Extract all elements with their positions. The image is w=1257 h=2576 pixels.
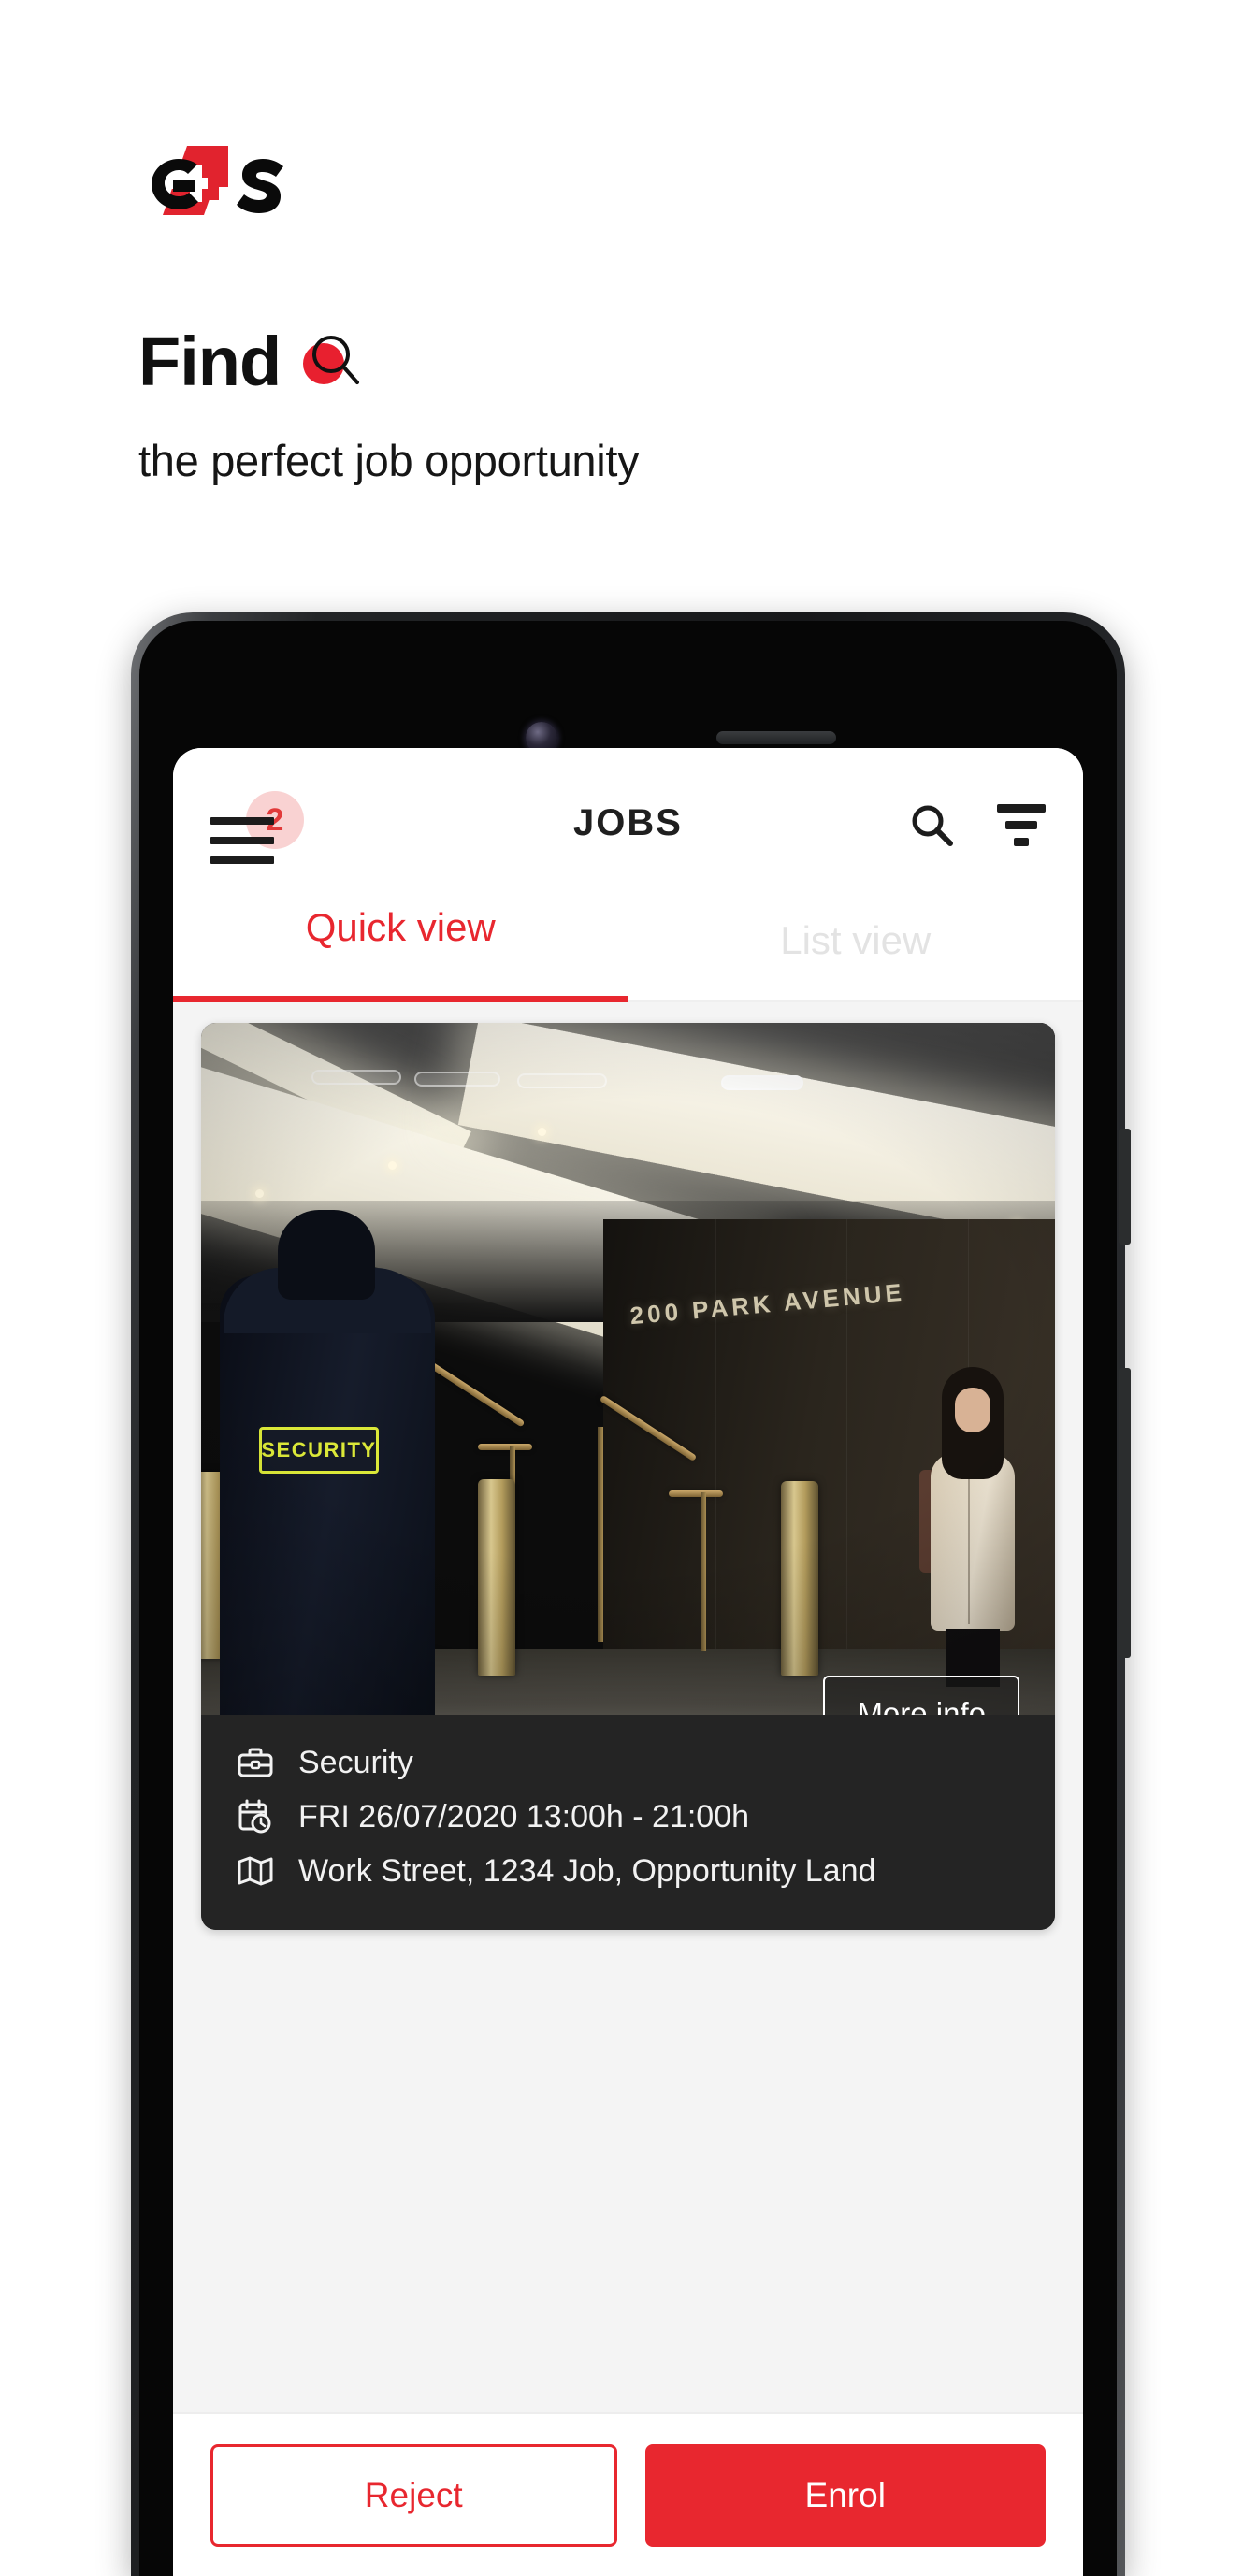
tab-list-view[interactable]: List view (628, 898, 1084, 1002)
power-button[interactable] (1119, 1129, 1131, 1245)
filter-icon (997, 803, 1046, 846)
detail-row: FRI 26/07/2020 13:00h - 21:00h (201, 1790, 1055, 1844)
map-icon (237, 1852, 274, 1890)
detail-row: Security (201, 1735, 1055, 1790)
phone-screen: 2 JOBS Quick view List view More info Se… (173, 748, 1083, 2576)
enrol-button[interactable]: Enrol (644, 2443, 1046, 2547)
briefcase-icon (237, 1744, 274, 1781)
magnifier-icon (301, 332, 361, 392)
app-bar: 2 JOBS (173, 748, 1083, 898)
app-bar-actions (905, 799, 1048, 851)
calendar-clock-icon (237, 1798, 274, 1835)
jobs-content: 200 PARK AVENUE (173, 1002, 1083, 2576)
detail-text: Security (298, 1744, 413, 1780)
action-bar: Reject Enrol (173, 2412, 1083, 2576)
promo-headline: Find (138, 327, 361, 396)
volume-button[interactable] (1119, 1368, 1131, 1658)
page-title: Find (138, 323, 282, 400)
search-icon (912, 805, 953, 846)
job-details: Security FRI 26/07/2020 13:00h - 21:00h … (201, 1715, 1055, 1930)
tab-active-indicator (173, 996, 628, 1002)
g4s-logo (138, 142, 305, 219)
search-button[interactable] (905, 799, 958, 851)
detail-text: FRI 26/07/2020 13:00h - 21:00h (298, 1798, 750, 1835)
promo-subheadline: the perfect job opportunity (138, 436, 640, 485)
filter-button[interactable] (995, 799, 1048, 851)
reject-button[interactable]: Reject (210, 2443, 617, 2547)
earpiece-speaker-icon (716, 731, 836, 744)
job-card[interactable]: 200 PARK AVENUE (201, 1023, 1055, 1930)
phone-mockup: 2 JOBS Quick view List view More info Se… (131, 612, 1131, 2576)
view-tabs: Quick view List view (173, 898, 1083, 1002)
detail-row: Work Street, 1234 Job, Opportunity Land (201, 1844, 1055, 1898)
job-photo: 200 PARK AVENUE (201, 1023, 1055, 1762)
detail-text: Work Street, 1234 Job, Opportunity Land (298, 1852, 876, 1889)
tab-quick-view[interactable]: Quick view (173, 898, 628, 1002)
